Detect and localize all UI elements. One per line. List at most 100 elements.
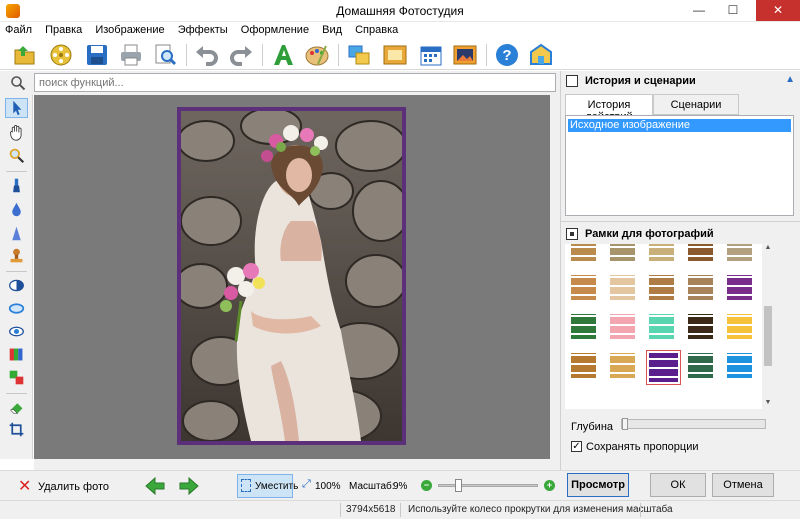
save-icon[interactable] — [84, 42, 110, 68]
history-item[interactable]: Исходное изображение — [568, 119, 791, 132]
next-arrow-icon[interactable] — [179, 477, 199, 495]
toolbar-separator — [486, 44, 487, 66]
menu-bar: Файл Правка Изображение Эффекты Оформлен… — [0, 22, 800, 40]
window-title: Домашняя Фотостудия — [336, 4, 464, 18]
canvas-vertical-scrollbar[interactable] — [550, 95, 560, 459]
frames-panel-title: Рамки для фотографий — [585, 228, 714, 240]
home-icon[interactable] — [528, 42, 554, 68]
frame-thumbnail[interactable] — [727, 275, 752, 300]
canvas-horizontal-scrollbar[interactable] — [34, 459, 560, 470]
frame-thumbnail[interactable] — [727, 244, 752, 261]
select-tool[interactable] — [5, 98, 28, 118]
photo-frame — [177, 107, 406, 445]
history-list: Исходное изображение — [565, 115, 794, 216]
print-icon[interactable] — [118, 42, 144, 68]
brush-tool-icon[interactable] — [8, 177, 25, 194]
frames-scrollbar[interactable]: ▲ ▼ — [762, 244, 774, 409]
status-hint: Используйте колесо прокрутки для изменен… — [408, 504, 673, 515]
frame-thumbnail[interactable] — [571, 244, 596, 261]
redo-icon[interactable] — [228, 42, 254, 68]
blur-drop-tool-icon[interactable] — [8, 201, 25, 218]
menu-view[interactable]: Вид — [317, 22, 347, 36]
stamp-tool-icon[interactable] — [8, 247, 25, 264]
tools-separator — [6, 393, 27, 394]
zoom-in-icon[interactable]: + — [544, 480, 555, 491]
frame-thumbnail[interactable] — [688, 244, 713, 261]
menu-effects[interactable]: Эффекты — [173, 22, 233, 36]
depth-slider[interactable] — [621, 418, 766, 430]
frame-thumbnail[interactable] — [688, 353, 713, 378]
frame-thumbnail[interactable] — [571, 353, 596, 378]
postcard-icon[interactable] — [452, 42, 478, 68]
search-row — [0, 71, 560, 95]
delete-photo-button[interactable]: ✕ Удалить фото — [14, 476, 134, 496]
close-button[interactable]: ✕ — [756, 0, 800, 21]
frame-thumbnail[interactable] — [610, 353, 635, 378]
history-panel-title: История и сценарии — [585, 75, 696, 87]
fit-button[interactable]: Уместить — [237, 474, 298, 498]
frame-thumbnail[interactable] — [727, 314, 752, 339]
prev-arrow-icon[interactable] — [145, 477, 165, 495]
replace-color-icon[interactable] — [8, 369, 25, 386]
frame-thumbnail[interactable] — [610, 314, 635, 339]
frame-thumbnail[interactable] — [610, 275, 635, 300]
tab-action-history[interactable]: История действий — [565, 94, 653, 123]
contrast-tool-icon[interactable] — [8, 277, 25, 294]
zoom-out-icon[interactable]: − — [421, 480, 432, 491]
history-panel-icon — [566, 75, 578, 87]
cancel-button[interactable]: Отмена — [712, 473, 774, 497]
zoom-100-button[interactable]: ⤢ 100% — [300, 475, 341, 497]
image-canvas[interactable] — [34, 95, 550, 459]
zoom-preview-icon[interactable] — [152, 42, 178, 68]
menu-decoration[interactable]: Оформление — [236, 22, 314, 36]
calendar-icon[interactable] — [418, 42, 444, 68]
tools-separator — [6, 171, 27, 172]
frame-thumbnail[interactable] — [649, 244, 674, 261]
frame-thumbnail[interactable] — [649, 314, 674, 339]
tab-scenarios[interactable]: Сценарии — [653, 94, 739, 115]
undo-icon[interactable] — [194, 42, 220, 68]
menu-help[interactable]: Справка — [350, 22, 403, 36]
fit-icon — [241, 479, 251, 492]
zoom-100-icon: ⤢ — [302, 478, 311, 490]
hand-tool-icon[interactable] — [8, 124, 25, 141]
open-folder-icon[interactable] — [12, 42, 38, 68]
frame-thumbnail[interactable] — [571, 275, 596, 300]
menu-edit[interactable]: Правка — [40, 22, 87, 36]
title-bar: Домашняя Фотостудия — ☐ ✕ — [0, 0, 800, 22]
frame-thumbnail[interactable] — [688, 314, 713, 339]
photo-image — [181, 111, 402, 441]
eye-tool-icon[interactable] — [8, 323, 25, 340]
frame-thumbnail[interactable] — [571, 314, 596, 339]
frame-icon[interactable] — [382, 42, 408, 68]
maximize-button[interactable]: ☐ — [720, 0, 746, 21]
help-icon[interactable]: ? — [494, 42, 520, 68]
lens-tool-icon[interactable] — [8, 300, 25, 317]
eraser-tool-icon[interactable] — [8, 399, 25, 416]
frame-thumbnail[interactable] — [688, 275, 713, 300]
scale-value: 9% — [393, 481, 408, 492]
text-icon[interactable] — [270, 42, 296, 68]
menu-file[interactable]: Файл — [0, 22, 37, 36]
menu-image[interactable]: Изображение — [90, 22, 169, 36]
status-divider — [640, 503, 641, 517]
tools-column — [0, 95, 33, 459]
frame-thumbnail[interactable] — [649, 275, 674, 300]
ok-button[interactable]: ОК — [650, 473, 706, 497]
collapse-arrow-icon[interactable]: ▲ — [785, 74, 795, 85]
crop-tool-icon[interactable] — [8, 421, 25, 438]
preview-button[interactable]: Просмотр — [567, 473, 629, 497]
minimize-button[interactable]: — — [686, 0, 712, 21]
film-reel-icon[interactable] — [48, 42, 74, 68]
zoom-slider[interactable] — [438, 479, 538, 492]
color-channels-icon[interactable] — [8, 346, 25, 363]
frame-thumbnail[interactable] — [610, 244, 635, 261]
palette-icon[interactable] — [304, 42, 330, 68]
frame-thumbnail[interactable] — [727, 353, 752, 378]
collage-icon[interactable] — [346, 42, 372, 68]
search-input[interactable] — [34, 73, 556, 92]
zoom-tool-icon[interactable] — [8, 147, 25, 164]
sharpen-tool-icon[interactable] — [8, 225, 25, 242]
frame-thumbnail[interactable] — [646, 350, 681, 385]
keep-proportions-checkbox[interactable]: ✓ — [571, 441, 582, 452]
